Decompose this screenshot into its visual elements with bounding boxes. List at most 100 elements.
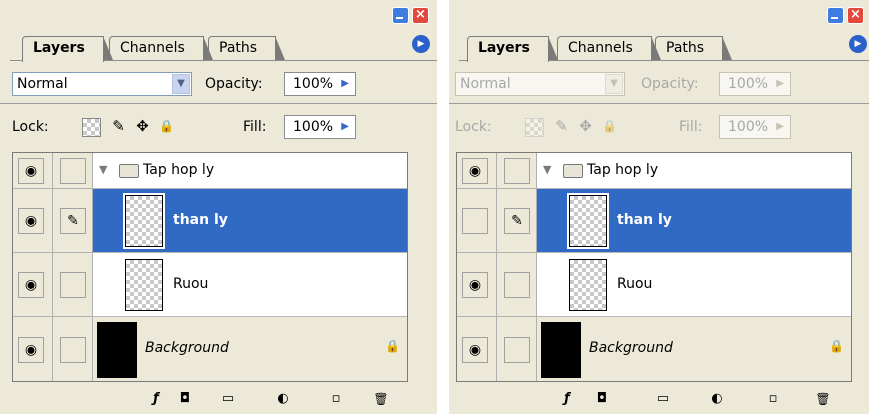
link-empty-box[interactable] bbox=[60, 158, 86, 184]
tab-paths[interactable]: Paths bbox=[655, 36, 733, 60]
layer-group-content[interactable]: ▼ Tap hop ly bbox=[537, 153, 851, 189]
add-mask-icon[interactable]: ◘ bbox=[177, 391, 193, 407]
scrollbar[interactable]: ▲ ≡ ▼ bbox=[407, 153, 408, 382]
tab-layers[interactable]: Layers bbox=[22, 36, 113, 62]
tab-channels[interactable]: Channels bbox=[109, 36, 213, 60]
layer-name: Tap hop ly bbox=[143, 162, 215, 178]
opacity-slider-arrow-icon[interactable]: ▶ bbox=[341, 73, 349, 95]
layer-row-group[interactable]: ◉ ▼ Tap hop ly bbox=[457, 153, 851, 189]
new-layer-icon[interactable]: ▫ bbox=[328, 391, 344, 407]
trash-icon[interactable]: 🗑 bbox=[373, 391, 389, 407]
visibility-column: ◉ bbox=[457, 317, 497, 381]
panel-titlebar: × bbox=[449, 0, 869, 27]
layer-row[interactable]: ◉ Ruou bbox=[457, 253, 851, 317]
link-empty-box[interactable] bbox=[60, 337, 86, 363]
link-empty-box[interactable] bbox=[60, 272, 86, 298]
folder-icon bbox=[563, 164, 583, 178]
lock-label: Lock: bbox=[455, 119, 492, 135]
background-lock-icon: 🔒 bbox=[385, 339, 400, 353]
layer-row[interactable]: ◉ Ruou bbox=[13, 253, 407, 317]
fill-slider-arrow-icon: ▶ bbox=[776, 121, 784, 132]
visibility-column: ◉ bbox=[457, 253, 497, 317]
lock-fill-row: Lock: ✎ ✥ 🔒 Fill: 100% ▶ bbox=[449, 104, 869, 146]
eye-icon[interactable]: ◉ bbox=[18, 158, 44, 184]
link-empty-box[interactable] bbox=[504, 337, 530, 363]
link-column: ✎ bbox=[497, 189, 537, 253]
layer-row-background[interactable]: ◉ Background 🔒 bbox=[13, 317, 407, 381]
link-column bbox=[53, 317, 93, 381]
opacity-label: Opacity: bbox=[205, 76, 263, 92]
layer-name: Background bbox=[145, 340, 229, 356]
layer-selected-content[interactable]: than ly bbox=[93, 189, 407, 253]
eye-icon[interactable]: ◉ bbox=[18, 208, 44, 234]
link-column bbox=[53, 253, 93, 317]
layer-name: Ruou bbox=[173, 276, 209, 292]
layer-row-background[interactable]: ◉ Background 🔒 bbox=[457, 317, 851, 381]
layer-styles-icon[interactable]: ƒ bbox=[559, 391, 575, 407]
fill-field[interactable]: 100% ▶ bbox=[284, 115, 356, 139]
lock-position-move-icon: ✥ bbox=[579, 117, 592, 135]
opacity-field: 100% ▶ bbox=[719, 72, 791, 96]
adjustment-layer-icon[interactable]: ◐ bbox=[709, 391, 725, 407]
fill-field: 100% ▶ bbox=[719, 115, 791, 139]
flyout-menu-button[interactable]: ▶ bbox=[849, 35, 867, 53]
fill-label: Fill: bbox=[679, 119, 703, 135]
adjustment-layer-icon[interactable]: ◐ bbox=[275, 391, 291, 407]
layer-content[interactable]: Ruou bbox=[537, 253, 851, 317]
layer-content[interactable]: Ruou bbox=[93, 253, 407, 317]
eye-icon[interactable]: ◉ bbox=[18, 337, 44, 363]
layer-background-content[interactable]: Background 🔒 bbox=[537, 317, 851, 381]
paint-brush-icon[interactable]: ✎ bbox=[504, 208, 530, 234]
eye-icon[interactable]: ◉ bbox=[462, 337, 488, 363]
opacity-value: 100% bbox=[728, 76, 769, 92]
layer-thumbnail bbox=[123, 193, 165, 249]
expander-triangle-icon[interactable]: ▼ bbox=[543, 163, 551, 176]
tab-channels[interactable]: Channels bbox=[557, 36, 661, 60]
layer-background-content[interactable]: Background 🔒 bbox=[93, 317, 407, 381]
link-empty-box[interactable] bbox=[504, 158, 530, 184]
eye-icon[interactable]: ◉ bbox=[462, 272, 488, 298]
layer-row-selected[interactable]: ✎ than ly bbox=[457, 189, 851, 253]
layer-selected-content[interactable]: than ly bbox=[537, 189, 851, 253]
new-group-folder-icon[interactable]: ▭ bbox=[220, 391, 236, 407]
lock-position-move-icon[interactable]: ✥ bbox=[134, 118, 151, 135]
close-button[interactable]: × bbox=[847, 7, 864, 24]
minimize-button[interactable] bbox=[827, 7, 844, 24]
eye-empty-box[interactable] bbox=[462, 208, 488, 234]
expander-triangle-icon[interactable]: ▼ bbox=[99, 163, 107, 176]
layer-group-content[interactable]: ▼ Tap hop ly bbox=[93, 153, 407, 189]
lock-transparency-icon bbox=[525, 118, 544, 137]
trash-icon[interactable]: 🗑 bbox=[815, 391, 831, 407]
dropdown-arrow-icon[interactable]: ▼ bbox=[172, 74, 190, 94]
panel-bottom-toolbar: ƒ ◘ ▭ ◐ ▫ 🗑 bbox=[449, 384, 869, 414]
layer-row-selected[interactable]: ◉ ✎ than ly bbox=[13, 189, 407, 253]
new-group-folder-icon[interactable]: ▭ bbox=[655, 391, 671, 407]
minimize-button[interactable] bbox=[392, 7, 409, 24]
visibility-column: ◉ bbox=[457, 153, 497, 189]
new-layer-icon[interactable]: ▫ bbox=[765, 391, 781, 407]
layer-name: than ly bbox=[617, 212, 672, 228]
lock-paint-brush-icon[interactable]: ✎ bbox=[110, 118, 127, 135]
fill-value: 100% bbox=[728, 119, 769, 135]
fill-slider-arrow-icon[interactable]: ▶ bbox=[341, 116, 349, 138]
add-mask-icon[interactable]: ◘ bbox=[594, 391, 610, 407]
scrollbar[interactable]: ▲ ≡ ▼ bbox=[851, 153, 852, 382]
eye-icon[interactable]: ◉ bbox=[462, 158, 488, 184]
link-empty-box[interactable] bbox=[504, 272, 530, 298]
eye-icon[interactable]: ◉ bbox=[18, 272, 44, 298]
lock-transparency-icon[interactable] bbox=[82, 118, 101, 137]
close-button[interactable]: × bbox=[412, 7, 429, 24]
lock-all-padlock-icon: 🔒 bbox=[602, 119, 617, 133]
layer-row-group[interactable]: ◉ ▼ Tap hop ly bbox=[13, 153, 407, 189]
opacity-field[interactable]: 100% ▶ bbox=[284, 72, 356, 96]
tab-paths[interactable]: Paths bbox=[208, 36, 286, 60]
flyout-menu-button[interactable]: ▶ bbox=[412, 35, 430, 53]
link-column bbox=[497, 153, 537, 189]
tab-layers[interactable]: Layers bbox=[467, 36, 558, 62]
blend-opacity-row: Normal ▼ Opacity: 100% ▶ bbox=[0, 64, 437, 102]
blend-mode-select[interactable]: Normal ▼ bbox=[12, 72, 192, 96]
layer-styles-icon[interactable]: ƒ bbox=[148, 391, 164, 407]
lock-all-padlock-icon[interactable]: 🔒 bbox=[158, 118, 175, 135]
layer-thumbnail bbox=[567, 193, 609, 249]
paint-brush-icon[interactable]: ✎ bbox=[60, 208, 86, 234]
